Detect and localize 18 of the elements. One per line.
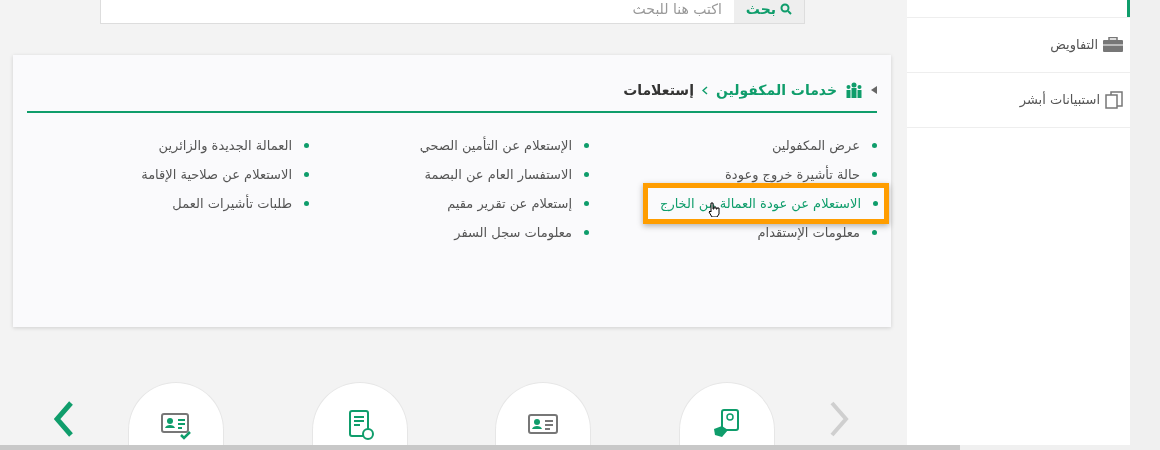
caret-icon [871,86,877,94]
inquiry-link[interactable]: العمالة الجديدة والزائرين [158,135,309,156]
inquiry-link[interactable]: إستعلام عن تقرير مقيم [447,193,589,214]
breadcrumb-current: إستعلامات [623,80,694,100]
inquiry-link[interactable]: الاستعلام عن صلاحية الإقامة [141,164,309,185]
inquiry-link[interactable]: معلومات الإستقدام [757,222,877,243]
inquiry-link[interactable]: الاستفسار العام عن البصمة [424,164,589,185]
briefcase-icon [1102,37,1124,53]
chevron-icon [701,85,708,95]
search-icon [780,3,792,15]
inquiry-link[interactable]: الإستعلام عن التأمين الصحي [419,135,589,156]
documents-icon [1104,91,1124,109]
inquiry-link[interactable]: طلبات تأشيرات العمل [172,193,309,214]
inquiry-link[interactable]: معلومات سجل السفر [454,222,589,243]
inquiry-link[interactable]: حالة تأشيرة خروج وعودة [725,164,877,185]
people-icon [845,82,863,98]
active-indicator [1127,0,1130,17]
inquiry-link[interactable]: عرض المكفولين [771,135,877,156]
